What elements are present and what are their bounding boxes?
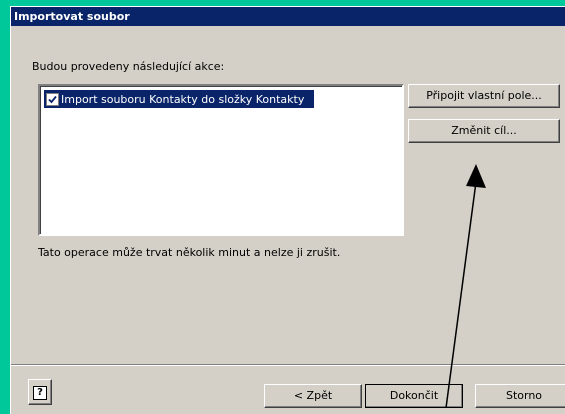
actions-listbox[interactable]: Import souboru Kontakty do složky Kontak… — [38, 84, 404, 236]
help-icon: ? — [33, 386, 47, 400]
import-file-dialog: Importovat soubor Budou provedeny násled… — [10, 6, 565, 414]
import-checkbox[interactable] — [46, 92, 59, 106]
checkmark-icon — [48, 95, 57, 103]
finish-button[interactable]: Dokončit — [365, 384, 463, 408]
actions-prompt: Budou provedeny následující akce: — [32, 60, 225, 73]
cancel-button[interactable]: Storno — [475, 384, 565, 408]
dialog-title: Importovat soubor — [11, 7, 565, 26]
list-item-label: Import souboru Kontakty do složky Kontak… — [61, 92, 305, 106]
footer-divider — [11, 364, 565, 366]
back-button[interactable]: < Zpět — [264, 384, 362, 408]
help-button[interactable]: ? — [28, 379, 52, 405]
map-custom-fields-button[interactable]: Připojit vlastní pole... — [408, 84, 560, 108]
list-item-import-contacts[interactable]: Import souboru Kontakty do složky Kontak… — [44, 90, 315, 108]
change-destination-button[interactable]: Změnit cíl... — [408, 119, 560, 143]
operation-note: Tato operace může trvat několik minut a … — [38, 246, 341, 259]
